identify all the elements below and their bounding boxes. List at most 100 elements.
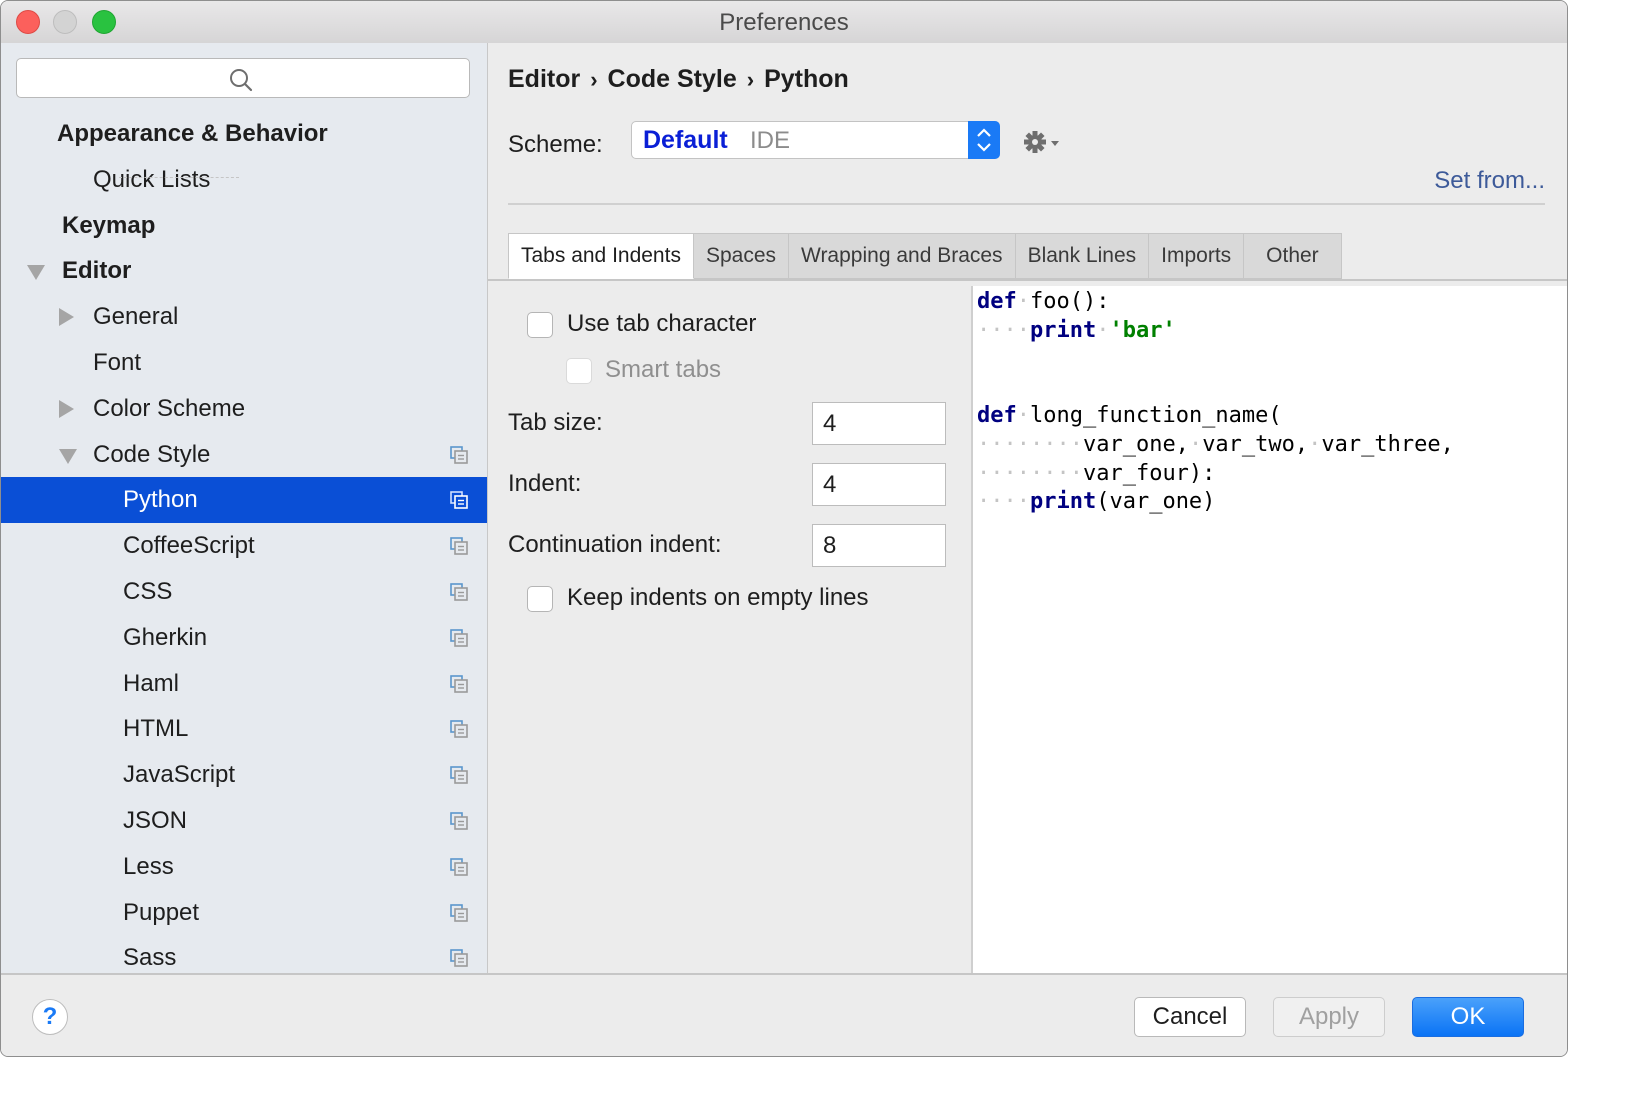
sidebar-item-label: General [93, 303, 179, 331]
code-preview-text: def·foo(): ····print·'bar' def·long_funct… [977, 288, 1454, 517]
settings-search-input[interactable] [16, 58, 470, 98]
tab-tabs-and-indents[interactable]: Tabs and Indents [508, 233, 694, 279]
keep-indents-checkbox[interactable] [527, 586, 553, 612]
settings-sidebar: Appearance & Behavior Quick Lists Keymap Ed… [1, 43, 488, 973]
smart-tabs-label: Smart tabs [605, 356, 722, 383]
sidebar-item-html[interactable]: HTML [1, 706, 487, 752]
tab-spaces[interactable]: Spaces [693, 233, 789, 279]
project-scheme-copy-icon [450, 628, 468, 647]
project-scheme-copy-icon [450, 491, 468, 510]
preferences-window: Preferences Appearance & Behavior Quick L… [0, 0, 1568, 1057]
tab-blank-lines[interactable]: Blank Lines [1015, 233, 1150, 279]
sidebar-item-label: HTML [123, 715, 189, 743]
tab-imports[interactable]: Imports [1149, 233, 1245, 279]
code-line: def·long_function_name( [977, 403, 1282, 429]
sidebar-item-quick-lists[interactable]: Quick Lists [1, 157, 487, 203]
use-tab-character-label: Use tab character [567, 310, 757, 337]
sidebar-item-label: Color Scheme [93, 394, 246, 422]
sidebar-item-puppet[interactable]: Puppet [1, 890, 487, 936]
breadcrumb-separator: › [590, 67, 598, 92]
search-icon [230, 69, 253, 92]
continuation-indent-input[interactable]: 8 [812, 524, 946, 567]
tab-underline [488, 279, 1567, 281]
help-button[interactable]: ? [32, 999, 68, 1035]
project-scheme-copy-icon [450, 537, 468, 555]
tab-wrapping-and-braces[interactable]: Wrapping and Braces [789, 233, 1016, 279]
tab-bar: Tabs and Indents Spaces Wrapping and Bra… [508, 233, 1342, 279]
code-line: ········var_one,·var_two,·var_three, [977, 431, 1454, 457]
use-tab-character-checkbox[interactable] [527, 312, 553, 338]
project-scheme-copy-icon [450, 949, 468, 968]
expanded-arrow-icon[interactable] [27, 265, 45, 281]
sidebar-item-editor[interactable]: Editor [1, 248, 487, 294]
tab-size-input[interactable]: 4 [812, 402, 946, 445]
divider [508, 203, 1545, 205]
collapsed-arrow-icon[interactable] [59, 399, 74, 418]
sidebar-item-code-style[interactable]: Code Style [1, 432, 487, 478]
project-scheme-copy-icon [450, 720, 468, 739]
code-line: ····print(var_one) [977, 489, 1216, 515]
project-scheme-copy-icon [450, 766, 468, 784]
set-from-link[interactable]: Set from... [1434, 167, 1545, 195]
sidebar-item-label: CSS [123, 578, 173, 605]
code-line: ········var_four): [977, 460, 1216, 486]
indent-input[interactable]: 4 [812, 463, 946, 506]
sidebar-item-css[interactable]: CSS [1, 569, 487, 615]
sidebar-item-color-scheme[interactable]: Color Scheme [1, 386, 487, 432]
smart-tabs-checkbox[interactable] [566, 358, 592, 384]
sidebar-item-sass[interactable]: Sass [1, 935, 487, 973]
code-line: def·foo(): [977, 289, 1110, 314]
sidebar-item-label: Puppet [123, 898, 200, 926]
sidebar-item-appearance-behavior[interactable]: Appearance & Behavior [1, 111, 487, 157]
scheme-select[interactable]: Default IDE [631, 121, 1000, 159]
sidebar-item-haml[interactable]: Haml [1, 661, 487, 707]
scheme-kind: IDE [750, 127, 791, 154]
apply-button[interactable]: Apply [1273, 997, 1385, 1037]
sidebar-item-python[interactable]: Python [1, 477, 487, 524]
up-down-chevron-icon [977, 128, 991, 152]
sidebar-item-font[interactable]: Font [1, 340, 487, 386]
sidebar-item-gherkin[interactable]: Gherkin [1, 615, 487, 661]
scheme-actions-button[interactable] [1023, 129, 1063, 160]
breadcrumb: Editor › Code Style › Python [508, 65, 849, 94]
sidebar-item-javascript[interactable]: JavaScript [1, 752, 487, 798]
gear-icon [1024, 131, 1059, 153]
sidebar-item-less[interactable]: Less [1, 844, 487, 890]
title-bar: Preferences [1, 1, 1567, 44]
select-stepper[interactable] [968, 121, 1000, 159]
sidebar-item-general[interactable]: General [1, 294, 487, 340]
sidebar-item-coffeescript[interactable]: CoffeeScript [1, 523, 487, 569]
project-scheme-copy-icon [450, 674, 468, 693]
code-line: ····print·'bar' [977, 317, 1176, 343]
tab-other[interactable]: Other [1244, 233, 1342, 279]
breadcrumb-separator: › [746, 67, 755, 92]
sidebar-item-label: Editor [62, 257, 132, 285]
project-scheme-copy-icon [450, 812, 468, 830]
sidebar-item-label: Sass [123, 944, 177, 972]
collapsed-arrow-icon[interactable] [59, 308, 74, 327]
dropdown-arrow-icon [1051, 141, 1059, 146]
sidebar-item-label: Appearance & Behavior [57, 120, 328, 147]
dialog-footer: ? Cancel Apply OK [1, 973, 1567, 1056]
tabs-and-indents-settings: Use tab character Smart tabs Tab size: 4… [488, 286, 971, 973]
breadcrumb-editor: Editor [508, 65, 581, 93]
sidebar-item-label: Python [123, 486, 198, 514]
sidebar-item-label: Font [93, 349, 142, 376]
scheme-name: Default [643, 126, 728, 154]
project-scheme-copy-icon [450, 857, 468, 876]
window-title: Preferences [719, 9, 849, 36]
sidebar-item-label: Haml [123, 669, 180, 697]
sidebar-item-label: Gherkin [123, 623, 208, 651]
ok-button[interactable]: OK [1412, 997, 1524, 1037]
main-panel: Editor › Code Style › Python Scheme: Default… [488, 43, 1567, 973]
cancel-button[interactable]: Cancel [1134, 997, 1246, 1037]
sidebar-item-keymap[interactable]: Keymap [1, 203, 487, 249]
code-preview: def·foo(): ····print·'bar' def·long_funct… [971, 286, 1567, 973]
sidebar-item-label: CoffeeScript [123, 532, 255, 560]
sidebar-item-label: JavaScript [123, 761, 236, 789]
sidebar-item-label: Keymap [62, 211, 156, 239]
sidebar-item-json[interactable]: JSON [1, 798, 487, 844]
breadcrumb-python: Python [764, 65, 849, 93]
expanded-arrow-icon[interactable] [59, 448, 77, 464]
